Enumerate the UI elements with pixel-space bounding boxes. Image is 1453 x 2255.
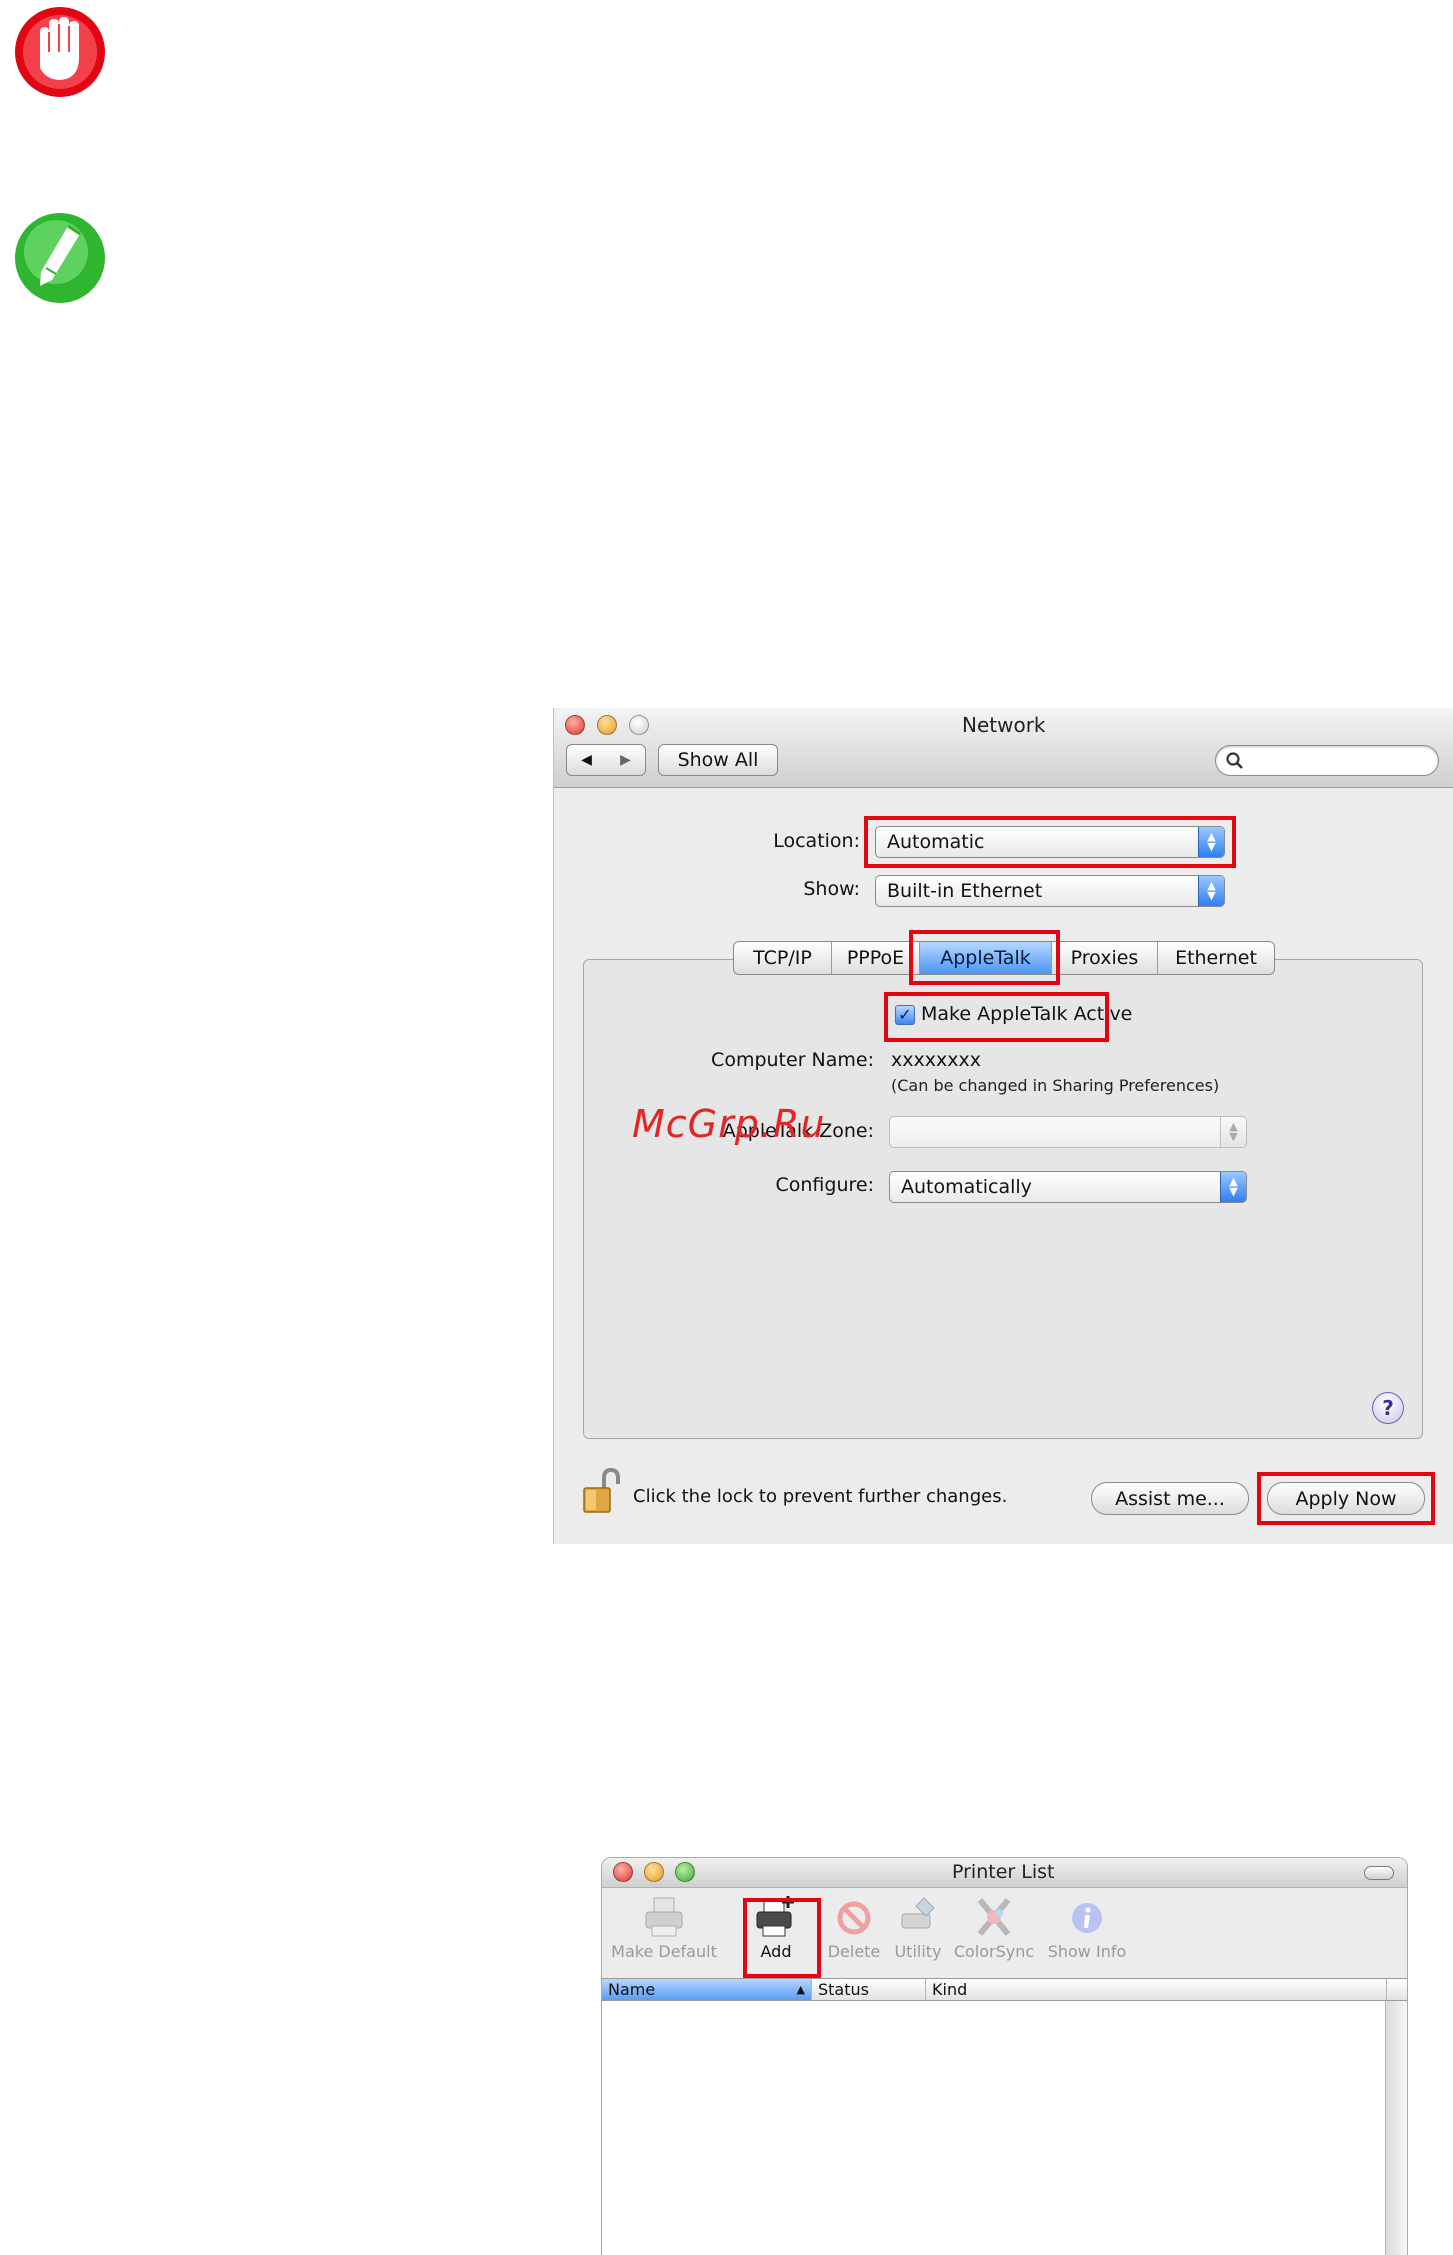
popup-arrows-icon: ▲ ▼ [1220, 1172, 1246, 1202]
help-button[interactable]: ? [1372, 1392, 1404, 1424]
search-input[interactable] [1250, 750, 1430, 772]
search-field[interactable] [1215, 745, 1439, 776]
column-header-name[interactable]: Name ▲ [602, 1979, 812, 2001]
delete-icon [822, 1894, 886, 1942]
column-header-status[interactable]: Status [812, 1979, 926, 2001]
printer-list-title: Printer List [952, 1861, 1055, 1883]
lock-text: Click the lock to prevent further change… [633, 1486, 1008, 1507]
zoom-button[interactable] [629, 715, 649, 735]
sort-ascending-icon: ▲ [796, 1983, 805, 1996]
minimize-button[interactable] [644, 1862, 664, 1882]
forward-arrow-icon[interactable]: ▶ [620, 752, 631, 768]
utility-icon [886, 1894, 950, 1942]
network-titlebar: Network ◀ ▶ Show All [554, 708, 1453, 788]
zoom-button[interactable] [675, 1862, 695, 1882]
delete-label: Delete [827, 1942, 881, 1961]
column-header-filler [1387, 1979, 1407, 2001]
column-name-label: Name [608, 1980, 656, 1999]
close-button[interactable] [613, 1862, 633, 1882]
utility-tool: Utility [886, 1894, 950, 1961]
lock-icon[interactable] [582, 1467, 622, 1514]
tab-pppoe[interactable]: PPPoE [832, 942, 920, 974]
make-default-label: Make Default [611, 1942, 717, 1961]
tab-ethernet[interactable]: Ethernet [1158, 942, 1274, 974]
add-highlight [743, 1898, 821, 1978]
printer-default-icon [610, 1894, 718, 1942]
show-label: Show: [803, 878, 860, 900]
info-icon [1042, 1894, 1132, 1942]
colorsync-tool: ColorSync [950, 1894, 1038, 1961]
vertical-scrollbar[interactable] [1385, 2001, 1407, 2255]
apply-now-highlight [1257, 1472, 1435, 1525]
zone-popup: ▲ ▼ [889, 1116, 1247, 1148]
popup-arrows-icon: ▲ ▼ [1198, 876, 1224, 906]
popup-arrows-icon: ▲ ▼ [1220, 1117, 1246, 1147]
location-highlight [864, 816, 1236, 868]
pencil-icon [10, 208, 110, 308]
show-info-tool: Show Info [1042, 1894, 1132, 1961]
configure-value: Automatically [901, 1176, 1032, 1198]
printer-list-titlebar: Printer List [602, 1858, 1407, 1888]
delete-tool: Delete [822, 1894, 886, 1961]
colorsync-icon [950, 1894, 1038, 1942]
printer-list-window: Printer List Make Default Add Delete Uti… [601, 1857, 1408, 2255]
column-header-kind[interactable]: Kind [926, 1979, 1387, 2001]
show-info-label: Show Info [1047, 1942, 1127, 1961]
tab-tcpip[interactable]: TCP/IP [734, 942, 832, 974]
toolbar-toggle-button[interactable] [1364, 1866, 1394, 1880]
back-forward-control[interactable]: ◀ ▶ [566, 744, 646, 776]
configure-popup[interactable]: Automatically ▲ ▼ [889, 1171, 1247, 1203]
make-default-tool: Make Default [610, 1894, 718, 1961]
watermark: McGrp.Ru [632, 1102, 826, 1146]
printer-list-table[interactable]: Name ▲ Status Kind [602, 1978, 1407, 2255]
utility-label: Utility [894, 1942, 942, 1961]
make-active-highlight [884, 992, 1109, 1042]
computer-name-note: (Can be changed in Sharing Preferences) [891, 1076, 1220, 1095]
show-popup[interactable]: Built-in Ethernet ▲ ▼ [875, 875, 1225, 907]
computer-name-label: Computer Name: [711, 1049, 874, 1071]
tab-proxies[interactable]: Proxies [1052, 942, 1158, 974]
search-icon [1225, 751, 1245, 775]
colorsync-label: ColorSync [953, 1942, 1035, 1961]
assist-button[interactable]: Assist me... [1091, 1482, 1249, 1515]
configure-label: Configure: [775, 1174, 875, 1196]
minimize-button[interactable] [597, 715, 617, 735]
location-label: Location: [773, 830, 860, 852]
network-title: Network [962, 713, 1046, 737]
hand-stop-icon [10, 2, 110, 102]
show-value: Built-in Ethernet [887, 880, 1043, 902]
back-arrow-icon[interactable]: ◀ [581, 752, 592, 768]
show-all-button[interactable]: Show All [658, 744, 778, 776]
close-button[interactable] [565, 715, 585, 735]
appletalk-tab-highlight [909, 930, 1060, 985]
computer-name-value: xxxxxxxx [891, 1049, 981, 1071]
